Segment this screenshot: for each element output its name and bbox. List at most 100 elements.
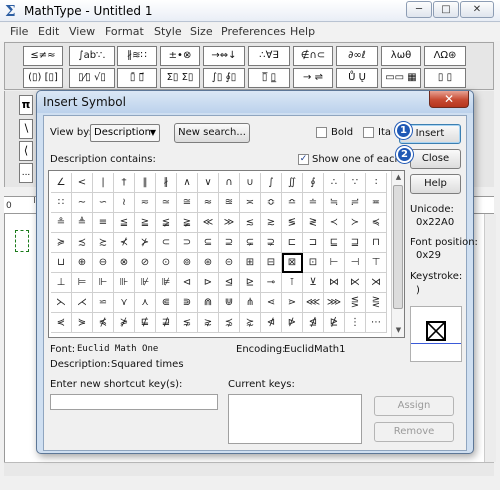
symbol-cell[interactable]: ⋉ xyxy=(345,273,366,293)
bold-checkbox[interactable] xyxy=(316,127,327,138)
symbol-cell[interactable]: ∩ xyxy=(219,173,240,193)
symbol-cell[interactable]: ⋚ xyxy=(345,293,366,313)
symbol-cell[interactable]: ⊸ xyxy=(261,273,282,293)
symbol-cell[interactable]: ≿ xyxy=(93,233,114,253)
symbol-cell[interactable]: ⋪ xyxy=(261,313,282,333)
menu-file[interactable]: File xyxy=(10,25,28,38)
symbol-cell[interactable]: ⊥ xyxy=(51,273,72,293)
symbol-cell[interactable]: ⊇ xyxy=(219,233,240,253)
symbol-cell[interactable]: ≐ xyxy=(303,193,324,213)
symbol-cell[interactable]: ⊴ xyxy=(219,273,240,293)
palette-boxes[interactable]: ▯ ▯ xyxy=(424,68,466,88)
palette-operators[interactable]: ±•⊗ xyxy=(160,46,200,66)
symbol-cell[interactable]: ⋠ xyxy=(93,313,114,333)
main-close-button[interactable]: ✕ xyxy=(460,1,494,18)
symbol-cell[interactable]: ≼ xyxy=(366,213,387,233)
symbol-cell[interactable]: < xyxy=(72,173,93,193)
symbol-cell[interactable]: ⋛ xyxy=(366,293,387,313)
symbol-cell[interactable]: ≻ xyxy=(345,213,366,233)
symbol-cell[interactable]: ≡ xyxy=(93,213,114,233)
palette-matrices[interactable]: ▭▭ ▦ xyxy=(381,68,421,88)
palette-logic[interactable]: ∴∀∃ xyxy=(248,46,290,66)
symbol-cell[interactable]: ≓ xyxy=(345,193,366,213)
symbol-cell[interactable]: ⋣ xyxy=(156,313,177,333)
scroll-down-icon[interactable]: ▼ xyxy=(392,324,405,337)
symbol-cell[interactable]: ≩ xyxy=(177,213,198,233)
symbol-cell[interactable]: ⊺ xyxy=(282,273,303,293)
symbol-cell[interactable]: ⊵ xyxy=(240,273,261,293)
symbol-cell[interactable]: ⊯ xyxy=(156,273,177,293)
palette-greek-upper[interactable]: ΛΩ⊛ xyxy=(424,46,466,66)
menu-edit[interactable]: Edit xyxy=(38,25,59,38)
symbol-cell[interactable]: ⊀ xyxy=(114,233,135,253)
symbol-cell[interactable]: ⊑ xyxy=(324,233,345,253)
menu-format[interactable]: Format xyxy=(105,25,144,38)
remove-button[interactable]: Remove xyxy=(374,422,454,442)
symbol-cell[interactable]: ⋎ xyxy=(114,293,135,313)
symbol-cell[interactable]: ⋘ xyxy=(303,293,324,313)
symbol-cell[interactable]: ≎ xyxy=(261,193,282,213)
symbol-cell[interactable]: ⊲ xyxy=(177,273,198,293)
symbol-cell[interactable]: ≧ xyxy=(135,213,156,233)
symbol-cell[interactable]: ⋞ xyxy=(51,313,72,333)
symbol-cell[interactable]: ≺ xyxy=(324,213,345,233)
symbol-cell[interactable]: ∪ xyxy=(240,173,261,193)
symbol-cell[interactable]: ⋗ xyxy=(282,293,303,313)
view-by-select[interactable]: Description ▼ xyxy=(90,124,160,142)
symbol-cell[interactable]: ≲ xyxy=(240,213,261,233)
palette-products[interactable]: Ů Ų xyxy=(336,68,378,88)
symbol-cell[interactable]: ⋩ xyxy=(240,313,261,333)
palette-pi[interactable]: π xyxy=(19,95,33,115)
symbol-cell[interactable]: ⋈ xyxy=(324,273,345,293)
menu-style[interactable]: Style xyxy=(154,25,182,38)
symbol-cell[interactable]: ≨ xyxy=(156,213,177,233)
maximize-button[interactable]: □ xyxy=(433,1,459,18)
scroll-thumb[interactable] xyxy=(393,185,403,309)
symbol-cell[interactable]: ⊓ xyxy=(366,233,387,253)
current-keys-list[interactable] xyxy=(228,394,362,444)
symbol-cell[interactable]: ⋢ xyxy=(135,313,156,333)
minimize-button[interactable]: ─ xyxy=(406,1,432,18)
symbol-cell[interactable]: ≽ xyxy=(51,233,72,253)
main-horizontal-scrollbar[interactable] xyxy=(4,462,494,476)
symbol-cell[interactable]: ≜ xyxy=(72,213,93,233)
palette-embellishments[interactable]: ∦≋∷ xyxy=(117,46,157,66)
symbol-cell[interactable]: ⋔ xyxy=(240,293,261,313)
symbol-cell[interactable]: ⋡ xyxy=(114,313,135,333)
symbol-grid-scrollbar[interactable]: ▲ ▼ xyxy=(391,171,404,337)
symbol-cell[interactable]: ⊳ xyxy=(198,273,219,293)
symbol-cell[interactable]: ∨ xyxy=(198,173,219,193)
symbol-cell-selected[interactable]: ⊠ xyxy=(282,253,303,273)
symbol-cell[interactable]: ≪ xyxy=(198,213,219,233)
symbol-cell[interactable]: ≗ xyxy=(51,213,72,233)
palette-labeled-arrows[interactable]: → ⇌ xyxy=(293,68,333,88)
symbol-cell[interactable]: ∴ xyxy=(324,173,345,193)
symbol-cell[interactable]: ⋖ xyxy=(261,293,282,313)
symbol-cell[interactable]: ⊮ xyxy=(135,273,156,293)
symbol-cell[interactable]: ⊡ xyxy=(303,253,324,273)
symbol-cell[interactable]: ⋓ xyxy=(219,293,240,313)
palette-arrows[interactable]: →⇔↓ xyxy=(203,46,245,66)
symbol-cell[interactable]: ⊩ xyxy=(93,273,114,293)
symbol-cell[interactable]: ⊣ xyxy=(345,253,366,273)
symbol-cell[interactable]: ∫ xyxy=(261,173,282,193)
symbol-cell[interactable]: ⋦ xyxy=(177,313,198,333)
symbol-cell[interactable]: ⋯ xyxy=(366,313,387,333)
symbol-cell[interactable]: ⋧ xyxy=(198,313,219,333)
palette-left-item-3[interactable]: ⟨ xyxy=(19,141,33,161)
symbol-cell[interactable]: ∶ xyxy=(366,173,387,193)
symbol-cell[interactable]: ⊖ xyxy=(93,253,114,273)
palette-spaces[interactable]: ∫ab∵. xyxy=(69,46,115,66)
symbol-cell[interactable]: ≃ xyxy=(156,193,177,213)
symbol-cell[interactable]: ≅ xyxy=(177,193,198,213)
symbol-cell[interactable]: ⋏ xyxy=(135,293,156,313)
symbol-cell[interactable]: ⊻ xyxy=(303,273,324,293)
palette-left-item-2[interactable]: ∖ xyxy=(19,119,33,139)
symbol-cell[interactable]: ⋍ xyxy=(93,293,114,313)
symbol-cell[interactable]: ≒ xyxy=(324,193,345,213)
symbol-cell[interactable]: ⋊ xyxy=(366,273,387,293)
symbol-cell[interactable]: ≏ xyxy=(282,193,303,213)
symbol-cell[interactable]: ⋫ xyxy=(282,313,303,333)
symbol-cell[interactable]: ⊗ xyxy=(114,253,135,273)
equation-insertion-slot[interactable] xyxy=(15,230,29,252)
